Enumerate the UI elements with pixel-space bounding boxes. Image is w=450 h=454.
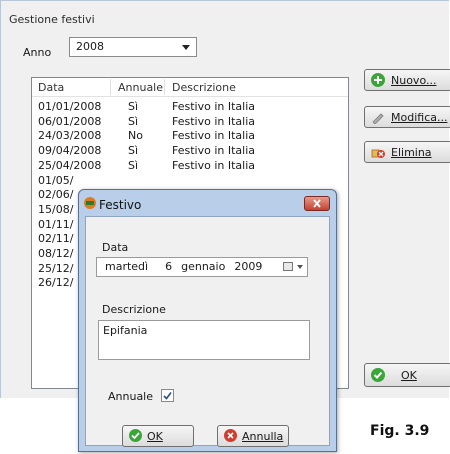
cell-data: 02/11/ [38, 232, 74, 246]
window-title: Gestione festivi [9, 13, 95, 26]
date-picker[interactable]: martedì 6 gennaio 2009 [96, 257, 308, 277]
figure-caption: Fig. 3.9 [370, 423, 430, 439]
descrizione-value: Epifania [103, 324, 148, 337]
anno-select[interactable]: 2008 [69, 37, 197, 57]
chevron-down-icon[interactable] [297, 265, 303, 269]
annuale-checkbox[interactable] [161, 389, 174, 402]
date-weekday[interactable]: martedì [105, 260, 148, 273]
descrizione-field[interactable]: Epifania [98, 320, 310, 360]
cell-data: 25/12/ [38, 261, 74, 275]
cell-descrizione: Festivo in Italia [172, 158, 256, 172]
cell-annuale: No [128, 129, 143, 143]
list-header: Data Annuale Descrizione [32, 78, 348, 97]
cell-annuale: Sì [128, 100, 139, 113]
date-month[interactable]: gennaio [181, 260, 225, 273]
cell-data: 01/01/2008 [38, 100, 102, 113]
descrizione-label: Descrizione [102, 303, 166, 316]
check-circle-icon [371, 368, 385, 382]
cell-data: 06/01/2008 [38, 114, 102, 128]
data-label: Data [102, 241, 129, 254]
x-circle-icon [224, 429, 237, 442]
list-item[interactable]: 09/04/2008 Sì Festivo in Italia [32, 144, 348, 158]
cell-descrizione: Festivo in Italia [172, 129, 256, 143]
annuale-label: Annuale [108, 390, 154, 403]
close-button[interactable] [304, 196, 330, 211]
calendar-icon[interactable] [283, 262, 293, 271]
chevron-down-icon [182, 45, 190, 50]
list-item[interactable]: 01/05/ [32, 174, 348, 188]
list-item[interactable]: 25/04/2008 Sì Festivo in Italia [32, 159, 348, 173]
anno-label: Anno [23, 46, 52, 59]
header-descrizione[interactable]: Descrizione [172, 81, 236, 94]
cell-annuale: Sì [128, 158, 139, 172]
check-icon [163, 392, 172, 400]
cell-data: 08/12/ [38, 247, 74, 260]
nuovo-label: Nuovo... [391, 74, 437, 87]
header-data[interactable]: Data [38, 81, 64, 94]
cell-data: 25/04/2008 [38, 158, 102, 172]
cell-data: 09/04/2008 [38, 144, 102, 158]
ok-button[interactable]: OK [364, 363, 450, 387]
cell-data: 01/11/ [38, 217, 74, 231]
elimina-button[interactable]: Elimina [364, 141, 450, 163]
dialog-title: Festivo [99, 198, 142, 212]
annulla-button[interactable]: Annulla [217, 425, 289, 447]
cell-data: 02/06/ [38, 188, 74, 202]
cell-descrizione: Festivo in Italia [172, 100, 256, 113]
date-year[interactable]: 2009 [234, 260, 262, 273]
pencil-icon [371, 110, 385, 125]
cell-data: 24/03/2008 [38, 129, 102, 143]
app-icon [83, 196, 97, 210]
list-item[interactable]: 24/03/2008 No Festivo in Italia [32, 129, 348, 143]
ok-label: OK [401, 369, 417, 382]
nuovo-button[interactable]: Nuovo... [364, 69, 450, 91]
cell-data: 01/05/ [38, 173, 74, 187]
modifica-button[interactable]: Modifica... [364, 106, 450, 128]
annulla-label: Annulla [242, 430, 284, 443]
list-item[interactable]: 01/01/2008 Sì Festivo in Italia [32, 100, 348, 114]
festivo-dialog: Festivo Data martedì 6 gennaio 2009 Desc… [78, 189, 337, 452]
dialog-ok-label: OK [147, 430, 163, 443]
cell-descrizione: Festivo in Italia [172, 114, 256, 128]
header-annuale[interactable]: Annuale [118, 81, 163, 94]
elimina-label: Elimina [391, 146, 432, 159]
dialog-ok-button[interactable]: OK [122, 425, 194, 447]
close-icon [313, 199, 321, 208]
cell-data: 26/12/ [38, 276, 74, 290]
check-circle-icon [129, 429, 142, 442]
plus-circle-icon [371, 73, 385, 87]
modifica-label: Modifica... [391, 111, 448, 124]
cell-annuale: Sì [128, 114, 139, 128]
anno-value: 2008 [76, 40, 104, 53]
cell-descrizione: Festivo in Italia [172, 144, 256, 158]
list-item[interactable]: 06/01/2008 Sì Festivo in Italia [32, 115, 348, 129]
cell-annuale: Sì [128, 144, 139, 158]
delete-icon [371, 145, 385, 159]
date-day[interactable]: 6 [165, 260, 172, 273]
dialog-body: Data martedì 6 gennaio 2009 Descrizione … [85, 216, 330, 447]
cell-data: 15/08/ [38, 202, 74, 216]
